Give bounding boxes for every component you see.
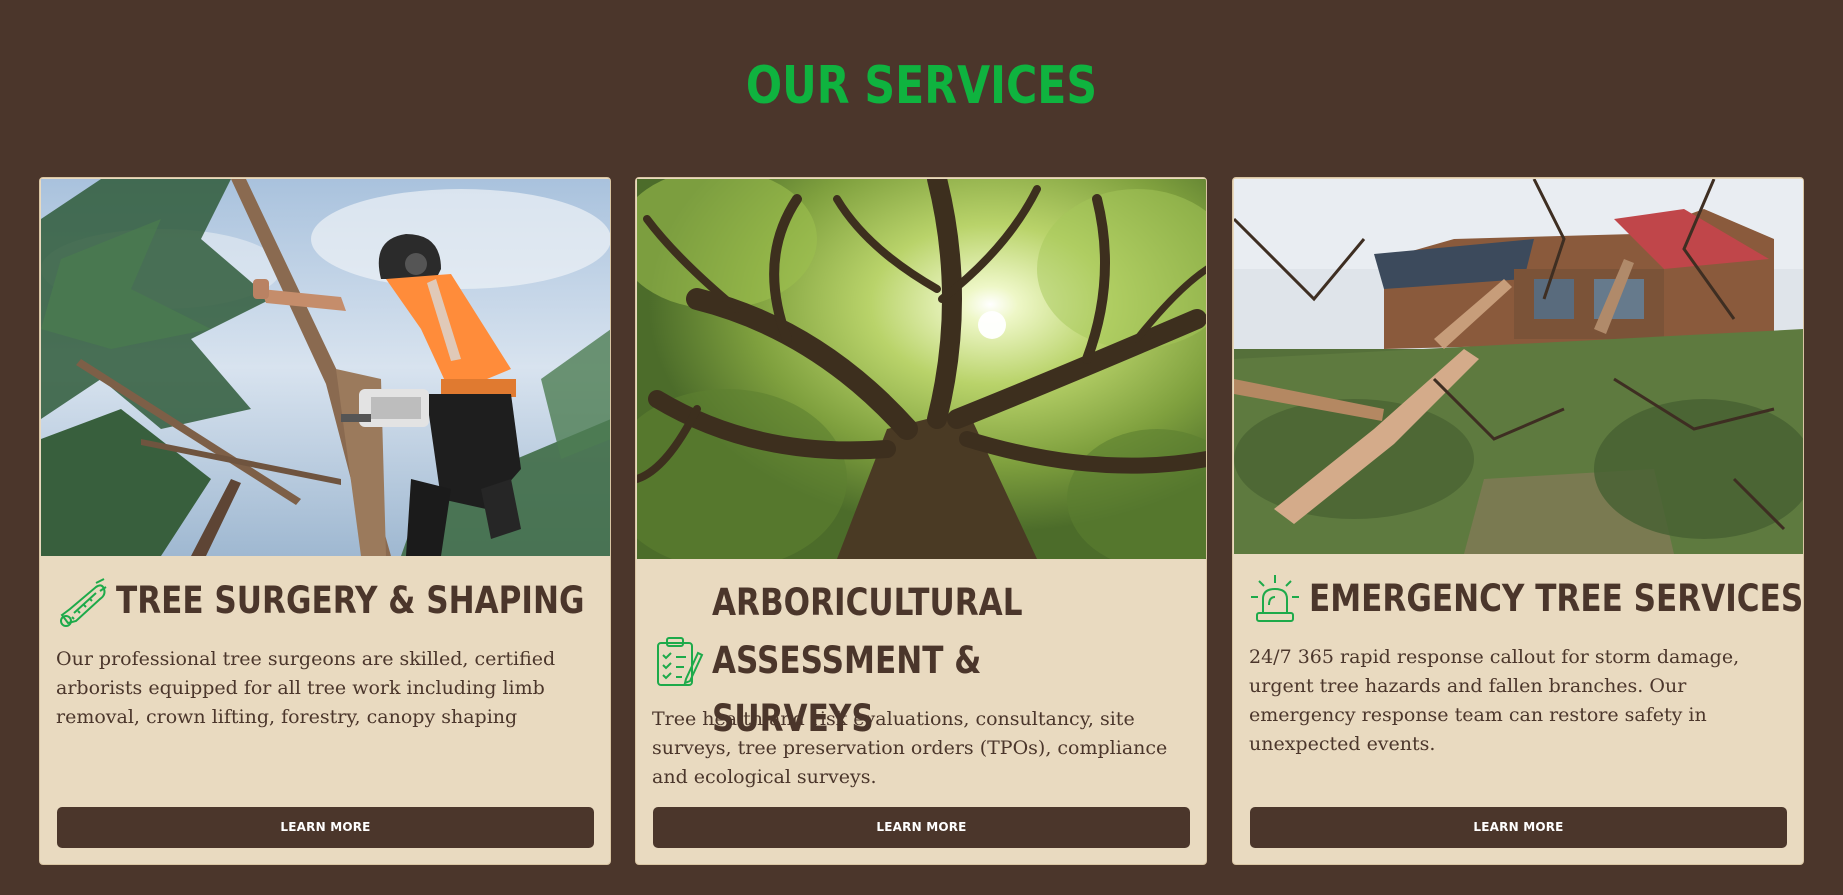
section-title: OUR SERVICES	[745, 56, 1098, 116]
clipboard-checklist-icon	[657, 637, 704, 686]
learn-more-button[interactable]: LEARN MORE	[1250, 807, 1787, 848]
storm-damage-photo	[1234, 179, 1803, 554]
service-card-emergency: EMERGENCY TREE SERVICES 24/7 365 rapid r…	[1232, 177, 1804, 865]
service-title: TREE SURGERY & SHAPING	[116, 579, 585, 622]
service-title: EMERGENCY TREE SERVICES	[1309, 577, 1804, 620]
learn-more-button[interactable]: LEARN MORE	[653, 807, 1190, 848]
service-description: Our professional tree surgeons are skill…	[56, 648, 556, 728]
service-card-tree-surgery: TREE SURGERY & SHAPING Our professional …	[39, 177, 611, 865]
emergency-siren-icon	[1251, 575, 1299, 622]
service-description: 24/7 365 rapid response callout for stor…	[1249, 646, 1740, 755]
chainsaw-icon	[60, 578, 107, 627]
service-card-arboricultural: ARBORICULTURAL ASSESSMENT & SURVEYS Tree…	[635, 177, 1207, 865]
tree-canopy-photo	[637, 179, 1206, 559]
learn-more-button[interactable]: LEARN MORE	[57, 807, 594, 848]
service-description: Tree health and risk evaluations, consul…	[652, 708, 1168, 788]
tree-surgeon-photo	[41, 179, 610, 556]
